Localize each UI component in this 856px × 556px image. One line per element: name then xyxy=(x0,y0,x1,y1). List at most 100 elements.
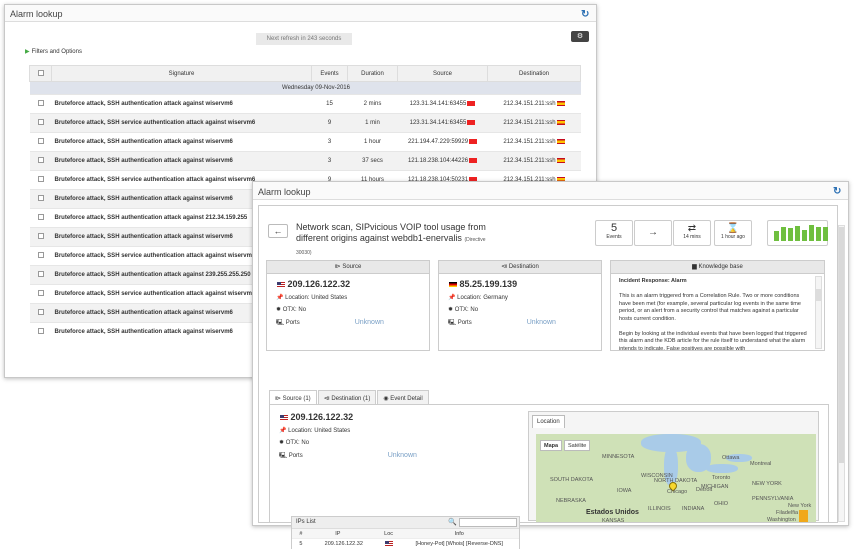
row-destination-text: 212.34.151.211:ssh xyxy=(503,101,556,108)
table-row[interactable]: Bruteforce attack, SSH authentication at… xyxy=(29,94,581,114)
ip-row-info[interactable]: [Honey-Pot] [Whois] [Reverse-DNS] xyxy=(400,539,519,549)
knowledge-base-panel: ▆ Knowledge base Incident Response: Alar… xyxy=(610,260,825,351)
source-ip: 209.126.122.32 xyxy=(276,279,429,289)
kb-scrollbar[interactable] xyxy=(815,276,822,349)
row-checkbox[interactable] xyxy=(29,303,52,323)
col-signature[interactable]: Signature xyxy=(51,65,312,82)
pin-icon: 📌 xyxy=(276,295,284,301)
row-duration: 1 hour xyxy=(347,132,398,152)
row-checkbox[interactable] xyxy=(29,227,52,247)
kb-title: Incident Response: Alarm xyxy=(619,278,687,284)
row-checkbox[interactable] xyxy=(29,189,52,209)
map-label: WISCONSIN xyxy=(641,473,673,479)
row-duration: 1 min xyxy=(347,113,398,133)
col-duration[interactable]: Duration xyxy=(347,65,398,82)
otx-icon: ✹ xyxy=(279,440,285,446)
table-row[interactable]: Bruteforce attack, SSH authentication at… xyxy=(29,151,581,171)
row-source: 121.18.238.104:44226 xyxy=(397,151,488,171)
refresh-icon[interactable]: ↻ xyxy=(581,9,589,20)
map-label: IOWA xyxy=(617,488,632,494)
alarm-detail: ← Network scan, SIPvicious VOIP tool usa… xyxy=(258,205,838,549)
col-ip[interactable]: IP xyxy=(310,529,366,538)
tab-source[interactable]: ⧐ Source (1) xyxy=(269,390,317,405)
ports-value[interactable]: Unknown xyxy=(388,452,417,459)
col-source[interactable]: Source xyxy=(397,65,488,82)
table-row[interactable]: Bruteforce attack, SSH service authentic… xyxy=(29,113,581,133)
location-tab[interactable]: Location xyxy=(532,415,565,428)
col-events[interactable]: Events xyxy=(311,65,348,82)
flag-es-icon xyxy=(556,119,565,125)
col-loc[interactable]: Loc xyxy=(378,529,400,538)
select-all-checkbox[interactable] xyxy=(29,65,52,82)
flag-us-icon xyxy=(277,282,285,288)
row-events: 3 xyxy=(311,151,348,171)
flag-cn-icon xyxy=(469,157,478,163)
row-source: 123.31.34.141:63455 xyxy=(397,94,488,114)
ips-search-input[interactable] xyxy=(459,518,517,527)
table-row[interactable]: Bruteforce attack, SSH authentication at… xyxy=(29,132,581,152)
col-info[interactable]: Info xyxy=(400,529,519,538)
row-checkbox[interactable] xyxy=(29,246,52,266)
scrollbar[interactable] xyxy=(838,225,845,522)
ip-row-number: 5 xyxy=(299,541,303,547)
source-ip-text: 209.126.122.32 xyxy=(287,279,351,289)
map-label: KANSAS xyxy=(602,518,625,522)
next-refresh-label: Next refresh in 243 seconds xyxy=(256,33,352,45)
destination-otx: ✹ OTX: No xyxy=(448,306,601,313)
tab-event-detail[interactable]: ◉ Event Detail xyxy=(377,390,429,405)
row-checkbox[interactable] xyxy=(29,322,52,342)
row-checkbox[interactable] xyxy=(29,284,52,304)
filters-toggle[interactable]: ▶ Filters and Options xyxy=(25,48,82,55)
row-source: 123.31.34.141:63455 xyxy=(397,113,488,133)
row-checkbox[interactable] xyxy=(29,151,52,171)
ip-row-flag xyxy=(378,539,400,549)
sparkline-bar xyxy=(823,227,828,241)
pegman-icon[interactable] xyxy=(799,510,808,522)
otx-value: No xyxy=(470,307,479,313)
row-checkbox[interactable] xyxy=(29,94,52,114)
sparkline-bar xyxy=(802,230,807,241)
kb-paragraph: This is an alarm triggered from a Correl… xyxy=(619,293,801,322)
sparkline-bar xyxy=(809,225,814,241)
ips-list-row[interactable]: 5 209.126.122.32 [Honey-Pot] [Whois] [Re… xyxy=(292,538,519,549)
arrow-right-icon: → xyxy=(648,227,658,238)
map-label: Detroit xyxy=(696,487,713,493)
row-checkbox[interactable] xyxy=(29,132,52,152)
col-destination[interactable]: Destination xyxy=(487,65,581,82)
ports-value[interactable]: Unknown xyxy=(527,319,556,326)
location-value: Germany xyxy=(483,295,508,301)
ports-value[interactable]: Unknown xyxy=(355,319,384,326)
refresh-icon[interactable]: ↻ xyxy=(833,186,841,197)
row-duration: 2 mins xyxy=(347,94,398,114)
flag-de-icon xyxy=(449,282,457,288)
map-label: Washington xyxy=(767,517,796,522)
events-sparkline xyxy=(767,220,828,246)
pin-icon: 📌 xyxy=(279,428,287,434)
flag-cn-icon xyxy=(467,119,476,125)
map-label: Estados Unidos xyxy=(586,509,639,516)
row-checkbox[interactable] xyxy=(29,208,52,228)
satellite-view-button[interactable]: Satélite xyxy=(564,440,591,451)
col-number[interactable]: # xyxy=(292,529,310,538)
row-checkbox[interactable] xyxy=(29,170,52,190)
flag-cn-icon xyxy=(469,138,478,144)
row-duration: 37 secs xyxy=(347,151,398,171)
events-label: Events xyxy=(606,234,622,240)
events-tile: 5 Events xyxy=(595,220,633,246)
col-sort[interactable] xyxy=(366,529,378,538)
events-count: 5 xyxy=(610,222,618,234)
map-view-button[interactable]: Mapa xyxy=(540,440,563,451)
location-box: Location Mapa Satélite NORTH DAKOTA MINNE… xyxy=(528,411,819,522)
kb-header: ▆ Knowledge base xyxy=(611,261,824,274)
tab-destination[interactable]: ⧏ Destination (1) xyxy=(317,390,377,405)
pin-icon: 📌 xyxy=(448,295,456,301)
back-button[interactable]: ← xyxy=(268,224,288,238)
map-label: SOUTH DAKOTA xyxy=(550,477,593,483)
row-checkbox[interactable] xyxy=(29,265,52,285)
source-panel: ⧐ Source 209.126.122.32 📌 Location: Unit… xyxy=(266,260,430,351)
location-map[interactable]: Mapa Satélite NORTH DAKOTA MINNESOTA SOUTH… xyxy=(536,434,816,522)
kb-content: Incident Response: Alarm This is an alar… xyxy=(611,274,824,350)
gear-icon[interactable]: ⚙ xyxy=(571,31,589,42)
row-checkbox[interactable] xyxy=(29,113,52,133)
alarm-lookup-window-front: Alarm lookup ↻ ← Network scan, SIPviciou… xyxy=(252,181,849,549)
